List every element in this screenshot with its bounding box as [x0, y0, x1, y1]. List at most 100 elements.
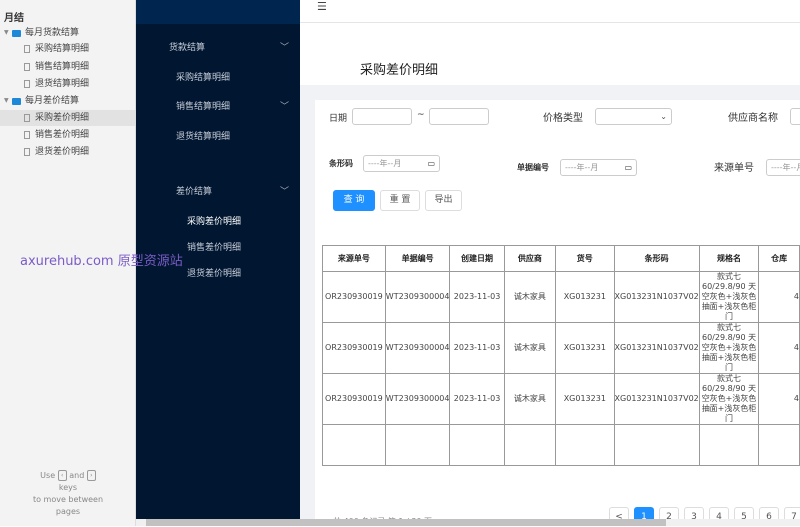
tree-page-selected[interactable]: 采购差价明细	[0, 110, 135, 126]
table-cell	[503, 424, 557, 466]
table-cell: 款式七 60/29.8/90 天空灰色+浅灰色抽面+浅灰色柜门	[698, 373, 760, 425]
chevron-down-icon: ⌄	[660, 112, 667, 121]
folder-icon	[12, 30, 21, 37]
table-cell	[758, 424, 800, 466]
calendar-icon: ▭	[624, 163, 632, 172]
keyboard-help: Use ‹ and › keys to move between pages	[32, 470, 104, 516]
table-cell	[698, 424, 760, 466]
table-cell: 4	[758, 322, 800, 374]
tree-folder[interactable]: ▼ 每月差价结算	[0, 93, 135, 109]
nav-item[interactable]: 销售差价明细	[187, 240, 241, 253]
nav-item[interactable]: 退货结算明细	[176, 129, 230, 142]
table-cell: 诚木家具	[503, 271, 557, 323]
expand-icon[interactable]: ▼	[4, 25, 9, 41]
nav-item[interactable]: 采购结算明细	[176, 70, 230, 83]
table-cell	[613, 424, 700, 466]
table-cell: XG013231	[555, 373, 615, 425]
date-separator: ~	[417, 110, 425, 120]
table-cell: OR230930019	[322, 373, 386, 425]
source-no-label: 来源单号	[714, 163, 754, 174]
table-cell: 2023-11-03	[449, 271, 505, 323]
barcode-label: 条形码	[329, 159, 353, 168]
table-cell: OR230930019	[322, 322, 386, 374]
price-type-label: 价格类型	[543, 113, 583, 124]
chevron-down-icon[interactable]: ﹀	[280, 184, 289, 197]
tree-page[interactable]: 退货差价明细	[0, 144, 135, 160]
table-cell: 2023-11-03	[449, 373, 505, 425]
table-cell: XG013231N1037V02	[613, 271, 700, 323]
nav-item-active[interactable]: 采购差价明细	[187, 214, 241, 227]
table-row-empty	[322, 424, 800, 466]
table-cell: XG013231N1037V02	[613, 373, 700, 425]
page-icon	[24, 45, 30, 53]
reset-button[interactable]: 重 置	[380, 190, 420, 211]
chevron-down-icon[interactable]: ﹀	[280, 40, 289, 53]
col-header: 仓库	[758, 245, 800, 272]
nav-item[interactable]: 退货差价明细	[187, 266, 241, 279]
chevron-down-icon[interactable]: ﹀	[280, 99, 289, 112]
key-left-icon: ‹	[57, 470, 67, 481]
date-end-input[interactable]	[429, 108, 489, 125]
col-header: 创建日期	[449, 245, 505, 272]
tree-page[interactable]: 退货结算明细	[0, 76, 135, 92]
nav-logo-area	[136, 0, 300, 24]
table-cell: XG013231	[555, 322, 615, 374]
table-cell: WT2309300004	[384, 373, 451, 425]
calendar-icon: ▭	[427, 159, 435, 168]
table-cell: WT2309300004	[384, 271, 451, 323]
expand-icon[interactable]: ▼	[4, 93, 9, 109]
table-cell	[384, 424, 451, 466]
barcode-input[interactable]: ----年--月 ▭	[363, 155, 440, 172]
col-header: 条形码	[613, 245, 700, 272]
menu-fold-icon[interactable]: ☰	[317, 0, 327, 13]
page-icon	[24, 148, 30, 156]
sitemap-title: 月结	[4, 13, 24, 24]
table-cell: XG013231N1037V02	[613, 322, 700, 374]
supplier-input[interactable]	[790, 108, 800, 125]
page-icon	[24, 114, 30, 122]
col-header: 规格名	[698, 245, 760, 272]
table-cell	[555, 424, 615, 466]
top-header: ☰	[300, 0, 800, 23]
table-row: OR230930019 WT2309300004 2023-11-03 诚木家具 XG0…	[322, 271, 800, 323]
table-cell	[322, 424, 386, 466]
folder-icon	[12, 98, 21, 105]
date-start-input[interactable]	[352, 108, 412, 125]
horizontal-scrollbar[interactable]	[136, 519, 800, 526]
table-cell: 款式七 60/29.8/90 天空灰色+浅灰色抽面+浅灰色柜门	[698, 271, 760, 323]
table-cell: WT2309300004	[384, 322, 451, 374]
doc-no-input[interactable]: ----年--月 ▭	[560, 159, 637, 176]
key-right-icon: ›	[86, 470, 96, 481]
col-header: 供应商	[503, 245, 557, 272]
export-button[interactable]: 导出	[425, 190, 462, 211]
tree-folder[interactable]: ▼ 每月货款结算	[0, 25, 135, 41]
source-no-input[interactable]: ----年--月	[766, 159, 800, 176]
table-cell: 诚木家具	[503, 322, 557, 374]
tree-page[interactable]: 采购结算明细	[0, 41, 135, 57]
price-type-select[interactable]: ⌄	[595, 108, 672, 125]
query-button[interactable]: 查 询	[333, 190, 375, 211]
page-icon	[24, 80, 30, 88]
table-cell: XG013231	[555, 271, 615, 323]
table-cell: 款式七 60/29.8/90 天空灰色+浅灰色抽面+浅灰色柜门	[698, 322, 760, 374]
table-header-row: 来源单号 单据编号 创建日期 供应商 货号 条形码 规格名 仓库	[322, 245, 800, 272]
date-label: 日期	[329, 114, 348, 124]
tree-page[interactable]: 销售差价明细	[0, 127, 135, 143]
table-row: OR230930019 WT2309300004 2023-11-03 诚木家具 XG0…	[322, 373, 800, 425]
col-header: 来源单号	[322, 245, 386, 272]
tree-page[interactable]: 销售结算明细	[0, 59, 135, 75]
scrollbar-thumb[interactable]	[146, 519, 666, 526]
col-header: 单据编号	[384, 245, 451, 272]
page-title: 采购差价明细	[360, 63, 439, 78]
nav-group-price-diff[interactable]: 差价结算	[176, 184, 212, 197]
doc-no-label: 单据编号	[517, 163, 549, 172]
table-cell: 2023-11-03	[449, 322, 505, 374]
nav-item[interactable]: 销售结算明细	[176, 99, 230, 112]
table-cell: 诚木家具	[503, 373, 557, 425]
page-icon	[24, 63, 30, 71]
table-cell: OR230930019	[322, 271, 386, 323]
data-table: 来源单号 单据编号 创建日期 供应商 货号 条形码 规格名 仓库 OR23093…	[322, 245, 800, 466]
nav-group-payment[interactable]: 货款结算	[169, 40, 205, 53]
watermark: axurehub.com 原型资源站	[20, 254, 183, 269]
table-row: OR230930019 WT2309300004 2023-11-03 诚木家具 XG0…	[322, 322, 800, 374]
